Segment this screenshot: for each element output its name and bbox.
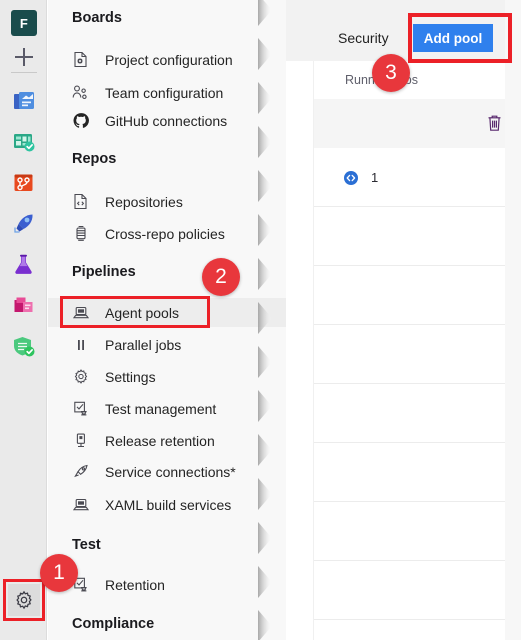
agent-pools-grid: Running jobs [313, 61, 521, 640]
document-settings-icon [72, 51, 89, 68]
github-icon [72, 112, 89, 129]
sidebar-item-label: Service connections* [105, 463, 236, 480]
agent-pool-icon [72, 304, 89, 321]
overview-icon[interactable] [10, 87, 38, 115]
organization-tile[interactable]: F [11, 10, 37, 36]
sidebar-item-label: Agent pools [105, 304, 179, 321]
callout-badge-1: 1 [40, 554, 78, 592]
add-pool-button[interactable]: Add pool [413, 24, 493, 52]
sidebar-item-project-configuration[interactable]: Project configuration [48, 45, 286, 74]
table-row[interactable] [314, 266, 521, 325]
parallel-jobs-icon [72, 336, 89, 353]
boards-glyph [14, 134, 35, 152]
agent-pool-status-icon [343, 170, 359, 186]
repos-glyph [14, 174, 33, 191]
table-row[interactable] [314, 207, 521, 266]
sidebar-item-retention[interactable]: Retention [48, 570, 286, 599]
table-row[interactable] [314, 502, 521, 561]
sidebar-item-label: XAML build services [105, 496, 232, 513]
test-plans-icon[interactable] [10, 251, 38, 279]
table-row[interactable] [314, 443, 521, 502]
pane-right-gutter [505, 0, 521, 640]
grid-action-row [314, 99, 521, 148]
sidebar-item-team-configuration[interactable]: Team configuration [48, 78, 286, 107]
callout-badge-2: 2 [202, 258, 240, 296]
gear-icon [72, 368, 89, 385]
project-settings-nav: Boards Project configuration Team config… [48, 0, 286, 640]
sidebar-item-cross-repo-policies[interactable]: Cross-repo policies [48, 219, 286, 248]
tab-security[interactable]: Security [338, 30, 389, 46]
nav-heading-boards: Boards [72, 10, 122, 26]
sidebar-item-service-connections[interactable]: Service connections* [48, 457, 286, 486]
column-header-running-jobs: Running jobs [314, 61, 521, 99]
test-plans-glyph [15, 254, 32, 274]
artifacts-glyph [14, 297, 33, 312]
sidebar-item-label: GitHub connections [105, 112, 228, 129]
project-settings-gear-button[interactable] [8, 584, 40, 616]
agent-pools-content-pane: Security Add pool Running jobs [286, 0, 521, 640]
policy-icon [72, 225, 89, 242]
sidebar-item-label: Repositories [105, 193, 183, 210]
service-connection-icon [72, 463, 89, 480]
sidebar-item-label: Team configuration [105, 84, 224, 101]
sidebar-item-label: Retention [105, 576, 165, 593]
xaml-build-icon [72, 496, 89, 513]
sidebar-item-agent-pools[interactable]: Agent pools [48, 298, 286, 327]
callout-badge-3: 3 [372, 54, 410, 92]
gear-icon [16, 590, 32, 610]
sidebar-item-xaml-build-services[interactable]: XAML build services [48, 490, 286, 519]
sidebar-item-github-connections[interactable]: GitHub connections [48, 106, 286, 135]
table-row[interactable] [314, 325, 521, 384]
pipelines-icon[interactable] [10, 210, 38, 238]
security-shield-icon[interactable] [10, 333, 38, 361]
running-jobs-count: 1 [371, 170, 379, 185]
sidebar-item-settings[interactable]: Settings [48, 362, 286, 391]
overview-glyph [14, 92, 34, 109]
nav-heading-compliance: Compliance [72, 616, 155, 632]
security-shield-glyph [14, 337, 35, 357]
release-retention-icon [72, 432, 89, 449]
pipelines-glyph [14, 214, 33, 233]
sidebar-item-label: Project configuration [105, 51, 233, 68]
sidebar-item-repositories[interactable]: Repositories [48, 187, 286, 216]
test-management-icon [72, 400, 89, 417]
organization-initial: F [19, 15, 29, 31]
table-row[interactable] [314, 384, 521, 443]
sidebar-item-label: Settings [105, 368, 156, 385]
rail-divider [11, 72, 37, 73]
pool-running-jobs-cell: 1 [314, 148, 521, 207]
sidebar-item-label: Test management [105, 400, 217, 417]
add-icon[interactable] [10, 43, 38, 71]
sidebar-item-label: Parallel jobs [105, 336, 182, 353]
boards-icon[interactable] [10, 128, 38, 156]
team-icon [72, 84, 89, 101]
repos-icon[interactable] [10, 169, 38, 197]
nav-heading-pipelines: Pipelines [72, 264, 136, 280]
sidebar-item-label: Release retention [105, 432, 215, 449]
repository-icon [72, 193, 89, 210]
nav-heading-repos: Repos [72, 151, 117, 167]
artifacts-icon[interactable] [10, 292, 38, 320]
sidebar-item-parallel-jobs[interactable]: Parallel jobs [48, 330, 286, 359]
nav-heading-test: Test [72, 537, 101, 553]
screenshot-root: F Boards Project configuration Team conf… [0, 0, 521, 640]
table-row[interactable] [314, 561, 521, 620]
sidebar-item-release-retention[interactable]: Release retention [48, 426, 286, 455]
trash-icon[interactable] [484, 113, 504, 133]
sidebar-item-label: Cross-repo policies [105, 225, 225, 242]
app-rail: F [0, 0, 47, 640]
sidebar-item-test-management[interactable]: Test management [48, 394, 286, 423]
table-row[interactable]: 1 [314, 148, 521, 207]
